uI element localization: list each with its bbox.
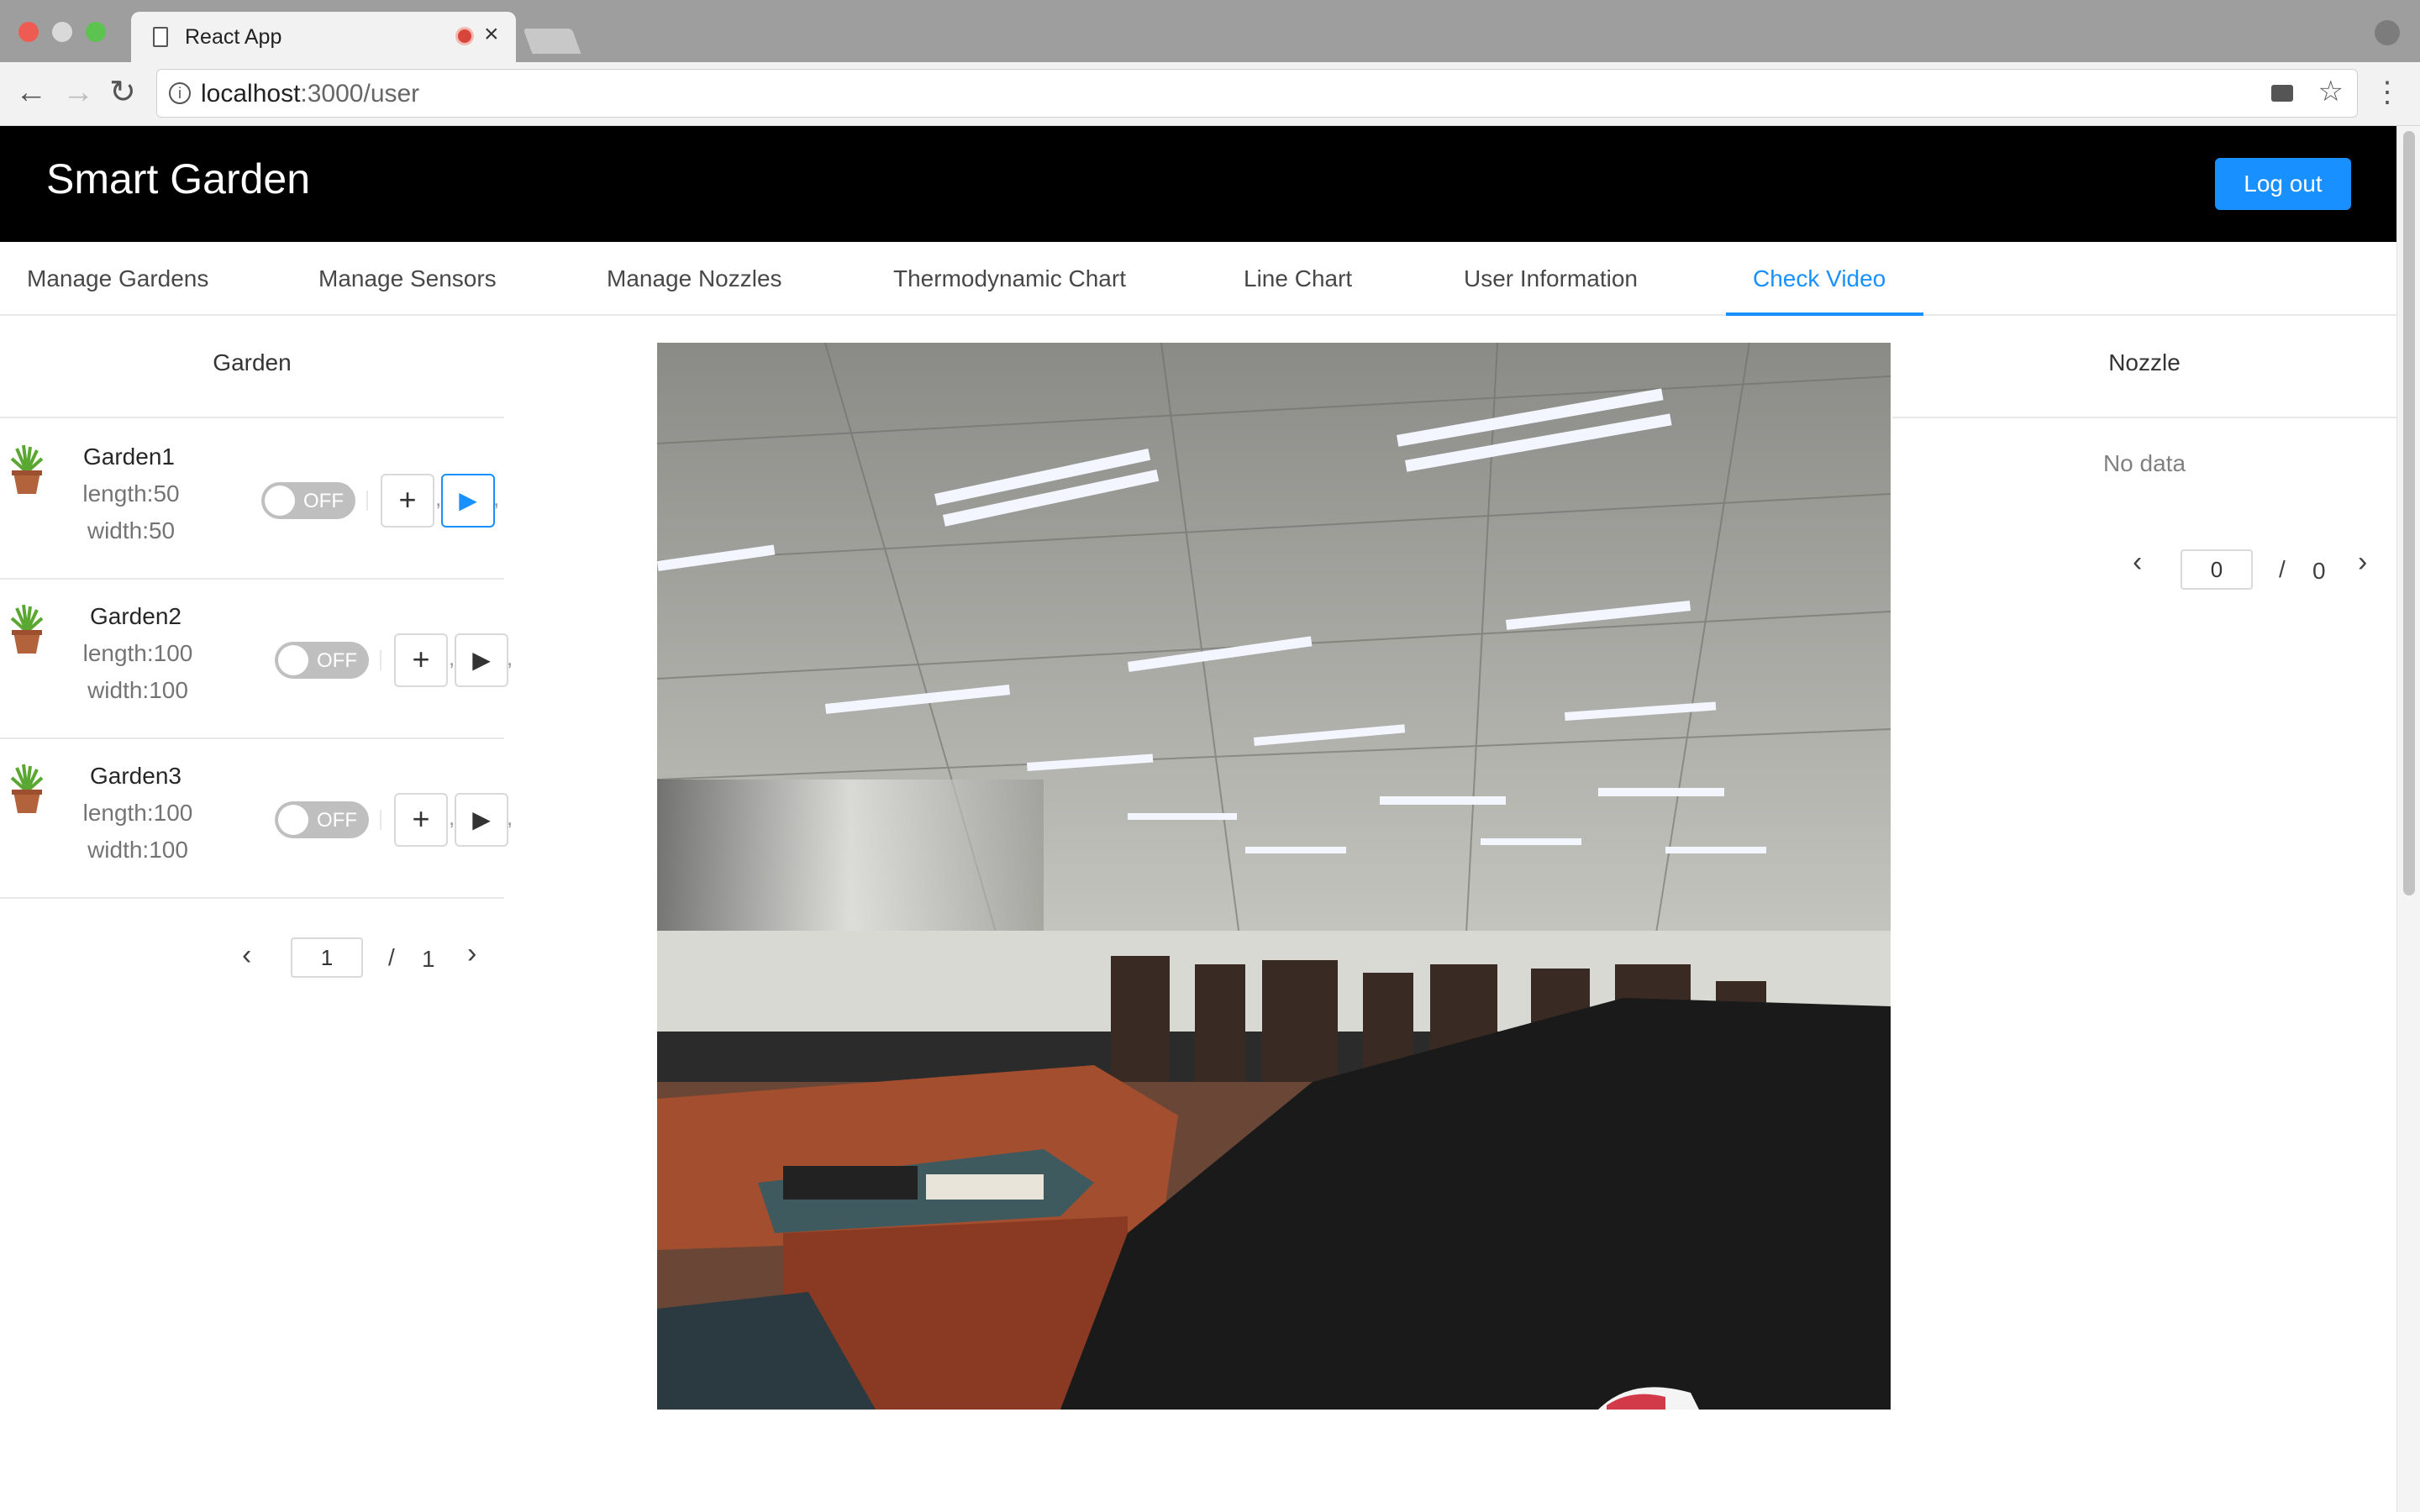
garden-length: length:100 — [82, 640, 193, 666]
separator-comma: , — [507, 645, 513, 670]
url-text: localhost:3000/user — [201, 80, 419, 108]
camera-icon[interactable] — [2271, 85, 2293, 102]
back-icon[interactable]: ← — [15, 74, 47, 111]
browser-menu-icon[interactable]: ⋮ — [2373, 76, 2402, 109]
app-header: Smart Garden Log out — [0, 126, 2396, 242]
reload-icon[interactable]: ↻ — [109, 74, 136, 111]
site-info-icon[interactable]: i — [169, 82, 191, 104]
url-path: :3000/user — [300, 80, 420, 108]
garden-row: Garden3 length:100 width:100 OFF + , ▶ , — [0, 739, 513, 899]
plant-pot-icon — [10, 444, 44, 494]
garden-name: Garden2 — [90, 603, 182, 629]
add-button[interactable]: + — [381, 474, 434, 528]
garden-length: length:100 — [82, 800, 193, 826]
switch-label: OFF — [317, 649, 357, 672]
divider — [380, 810, 381, 830]
play-video-button[interactable]: ▶ — [441, 474, 495, 528]
nozzle-next-page-icon[interactable]: › — [2358, 546, 2367, 579]
page-viewport: Smart Garden Log out Manage Gardens Mana… — [0, 126, 2420, 1512]
garden-row: Garden1 length:50 width:50 OFF + , ▶ , — [0, 420, 504, 580]
switch-label: OFF — [317, 809, 357, 832]
new-tab-button[interactable] — [523, 29, 581, 54]
nozzle-page-input[interactable]: 0 — [2181, 549, 2253, 590]
separator-comma: , — [507, 805, 513, 830]
menu-item-line-chart[interactable]: Line Chart — [1244, 265, 1352, 292]
menu-item-manage-gardens[interactable]: Manage Gardens — [27, 265, 208, 292]
browser-tab[interactable]: React App × — [131, 12, 516, 62]
divider — [380, 650, 381, 670]
plant-pot-icon — [10, 764, 44, 813]
play-video-button[interactable]: ▶ — [455, 633, 508, 687]
brand-title: Smart Garden — [46, 155, 311, 202]
garden-width: width:100 — [87, 677, 188, 703]
garden-next-page-icon[interactable]: › — [467, 937, 476, 970]
garden-power-switch[interactable]: OFF — [261, 482, 355, 519]
nozzle-empty-text: No data — [2102, 450, 2186, 476]
add-button[interactable]: + — [394, 633, 448, 687]
garden-total-pages: 1 — [422, 946, 435, 972]
browser-tab-strip: React App × — [0, 0, 2420, 62]
nozzle-list-header: Nozzle — [1892, 316, 2396, 418]
menu-item-manage-sensors[interactable]: Manage Sensors — [318, 265, 497, 292]
recording-icon — [455, 27, 474, 45]
forward-icon[interactable]: → — [62, 74, 94, 111]
tab-title: React App — [185, 25, 282, 49]
switch-label: OFF — [303, 490, 344, 512]
divider — [366, 491, 368, 511]
plant-pot-icon — [10, 604, 44, 654]
minimize-window-button[interactable] — [52, 22, 72, 42]
main-menu: Manage Gardens Manage Sensors Manage Noz… — [0, 242, 2396, 316]
menu-item-manage-nozzles[interactable]: Manage Nozzles — [607, 265, 782, 292]
switch-knob — [278, 805, 308, 835]
nozzle-total-pages: 0 — [2312, 558, 2326, 584]
garden-width: width:50 — [87, 517, 176, 543]
garden-name: Garden1 — [83, 444, 175, 470]
play-video-button[interactable]: ▶ — [455, 793, 508, 847]
garden-prev-page-icon[interactable]: ‹ — [242, 939, 251, 972]
url-host: localhost — [201, 80, 301, 108]
garden-name: Garden3 — [90, 763, 182, 789]
garden-list-header: Garden — [0, 316, 504, 418]
bookmark-star-icon[interactable]: ☆ — [2318, 75, 2344, 108]
maximize-window-button[interactable] — [86, 22, 106, 42]
switch-knob — [278, 645, 308, 675]
page-scrollbar[interactable] — [2396, 126, 2420, 1512]
garden-width: width:100 — [87, 837, 188, 863]
logout-button[interactable]: Log out — [2215, 158, 2351, 210]
close-tab-icon[interactable]: × — [484, 20, 499, 49]
camera-feed-image — [657, 343, 1891, 1410]
garden-power-switch[interactable]: OFF — [275, 801, 369, 838]
menu-item-check-video[interactable]: Check Video — [1753, 265, 1886, 292]
garden-page-separator: / — [388, 944, 395, 970]
switch-knob — [265, 486, 295, 516]
close-window-button[interactable] — [18, 22, 39, 42]
garden-power-switch[interactable]: OFF — [275, 642, 369, 679]
nozzle-column-title: Nozzle — [2108, 349, 2181, 375]
garden-column-title: Garden — [213, 349, 292, 375]
video-stream[interactable] — [657, 343, 1891, 1410]
separator-comma: , — [493, 486, 500, 511]
garden-row: Garden2 length:100 width:100 OFF + , ▶ , — [0, 580, 513, 739]
browser-toolbar: ← → ↻ i localhost:3000/user ☆ ⋮ — [0, 62, 2420, 126]
nozzle-prev-page-icon[interactable]: ‹ — [2133, 546, 2142, 579]
garden-length: length:50 — [82, 480, 180, 507]
garden-page-input[interactable]: 1 — [291, 937, 363, 978]
menu-item-user-information[interactable]: User Information — [1464, 265, 1638, 292]
address-bar[interactable]: i localhost:3000/user ☆ — [156, 69, 2358, 118]
menu-item-thermodynamic-chart[interactable]: Thermodynamic Chart — [893, 265, 1126, 292]
add-button[interactable]: + — [394, 793, 448, 847]
scrollbar-thumb[interactable] — [2403, 131, 2415, 895]
nozzle-page-separator: / — [2279, 556, 2286, 582]
document-icon — [153, 27, 168, 47]
profile-icon[interactable] — [2375, 20, 2400, 45]
